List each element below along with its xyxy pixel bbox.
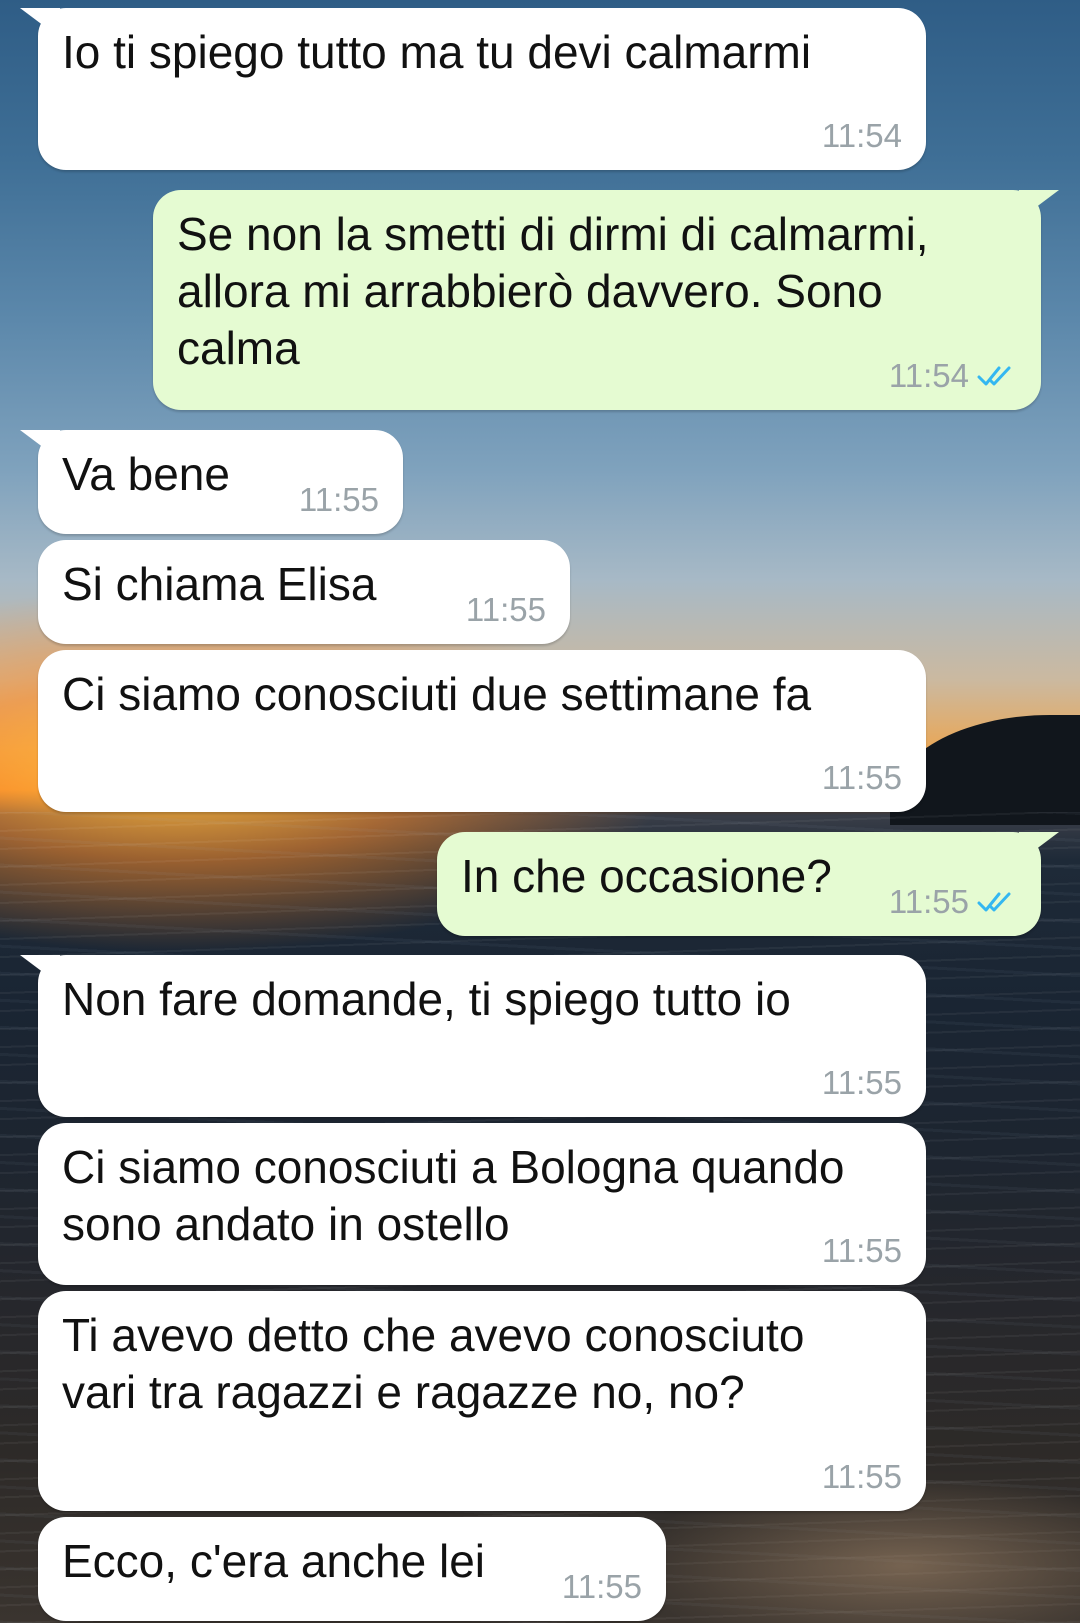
message-time: 11:54 — [888, 357, 969, 394]
message-text: In che occasione? — [461, 850, 832, 902]
message-bubble-incoming[interactable]: Ci siamo conosciuti a Bologna quando son… — [38, 1123, 926, 1285]
message-time: 11:54 — [821, 117, 902, 154]
message-time: 11:55 — [821, 1232, 902, 1269]
message-bubble-incoming[interactable]: Si chiama Elisa 11:55 — [38, 540, 570, 644]
message-time: 11:55 — [888, 883, 969, 920]
double-check-icon — [977, 366, 1011, 386]
message-time: 11:55 — [821, 1064, 902, 1101]
message-bubble-incoming[interactable]: Va bene 11:55 — [20, 430, 403, 534]
message-text: Ti avevo detto che avevo conosciuto vari… — [62, 1309, 805, 1418]
message-meta: 11:55 — [562, 1569, 642, 1605]
double-check-icon — [977, 892, 1011, 912]
message-bubble-incoming[interactable]: Non fare domande, ti spiego tutto io 11:… — [20, 955, 926, 1117]
message-bubble-incoming[interactable]: Ecco, c'era anche lei 11:55 — [38, 1517, 666, 1621]
message-text: Ci siamo conosciuti a Bologna quando son… — [62, 1141, 845, 1250]
message-meta: 11:55 — [822, 1233, 902, 1269]
message-bubble-incoming[interactable]: Io ti spiego tutto ma tu devi calmarmi 1… — [20, 8, 926, 170]
message-time: 11:55 — [821, 759, 902, 796]
message-time: 11:55 — [298, 481, 379, 518]
message-meta: 11:55 — [889, 884, 1017, 920]
message-bubble-incoming[interactable]: Ci siamo conosciuti due settimane fa 11:… — [38, 650, 926, 812]
message-text: Io ti spiego tutto ma tu devi calmarmi — [62, 26, 812, 78]
message-meta: 11:54 — [889, 358, 1017, 394]
message-bubble-outgoing[interactable]: In che occasione? 11:55 — [437, 832, 1059, 936]
message-text: Non fare domande, ti spiego tutto io — [62, 973, 791, 1025]
message-text: Ci siamo conosciuti due settimane fa — [62, 668, 812, 720]
message-meta: 11:54 — [822, 118, 902, 154]
message-meta: 11:55 — [822, 760, 902, 796]
message-time: 11:55 — [561, 1568, 642, 1605]
message-meta: 11:55 — [822, 1065, 902, 1101]
message-bubble-outgoing[interactable]: Se non la smetti di dirmi di calmarmi, a… — [153, 190, 1059, 410]
message-text: Se non la smetti di dirmi di calmarmi, a… — [177, 208, 929, 374]
message-bubble-incoming[interactable]: Ti avevo detto che avevo conosciuto vari… — [38, 1291, 926, 1511]
message-meta: 11:55 — [466, 592, 546, 628]
message-time: 11:55 — [821, 1458, 902, 1495]
message-time: 11:55 — [465, 591, 546, 628]
message-meta: 11:55 — [822, 1459, 902, 1495]
message-meta: 11:55 — [299, 482, 379, 518]
message-text: Si chiama Elisa — [62, 558, 377, 610]
message-text: Va bene — [62, 448, 230, 500]
message-text: Ecco, c'era anche lei — [62, 1535, 486, 1587]
